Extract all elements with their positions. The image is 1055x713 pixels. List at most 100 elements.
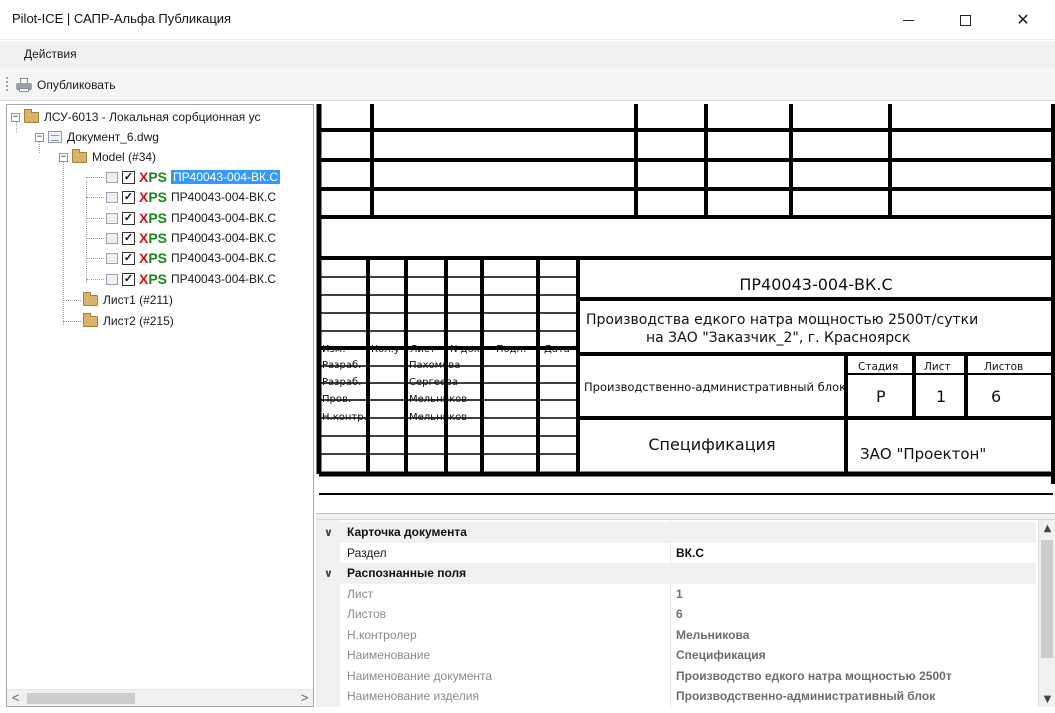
toolbar-grip[interactable] — [6, 77, 8, 91]
drawing-sheet-label: Лист — [924, 361, 951, 373]
drawing-sheet-value: 1 — [936, 387, 946, 406]
tree-item-label: ПР40043-004-ВК.С — [171, 190, 277, 204]
category-recognized-fields[interactable]: ∨ Распознанные поля — [316, 563, 1036, 584]
property-value[interactable]: 6 — [676, 607, 683, 621]
drawing-header-cell: N док. — [450, 344, 483, 355]
minimize-icon — [902, 19, 914, 21]
xps-icon-suffix: PS — [148, 230, 168, 246]
scroll-down-icon[interactable]: ▼ — [1039, 691, 1055, 707]
tree-connector — [86, 218, 104, 219]
tree-item-sheet1[interactable]: Лист1 (#211) — [83, 290, 173, 310]
chevron-down-icon[interactable]: ∨ — [324, 567, 333, 580]
property-row[interactable]: Наименование документа Производство едко… — [316, 666, 1036, 687]
drawing-role: Н.контр. — [322, 412, 367, 423]
category-label: Карточка документа — [347, 525, 467, 540]
scrollbar-thumb[interactable] — [27, 693, 135, 704]
collapse-icon[interactable]: − — [11, 112, 20, 122]
export-checkbox[interactable]: ✓ — [122, 272, 135, 286]
tree-item-model[interactable]: − Model (#34) — [59, 147, 156, 167]
drawing-company: ЗАО "Проектон" — [860, 445, 986, 463]
maximize-icon — [959, 14, 971, 26]
xps-icon-suffix: PS — [148, 210, 168, 226]
collapse-icon[interactable]: − — [35, 132, 44, 142]
printer-icon — [16, 77, 32, 92]
xps-icon-suffix: PS — [148, 271, 168, 287]
maximize-button[interactable] — [942, 0, 988, 40]
property-value[interactable]: Производственно-административный блок — [676, 689, 935, 703]
document-tree[interactable]: − ЛСУ-6013 - Локальная сорбционная ус − … — [6, 104, 314, 707]
property-row[interactable]: Раздел ВК.С — [316, 543, 1036, 564]
property-row[interactable]: Наименование Спецификация — [316, 645, 1036, 666]
tree-item-sheet[interactable]: ✓ X PS ПР40043-004-ВК.С — [106, 269, 276, 289]
property-vertical-scrollbar[interactable]: ▲ ▼ — [1038, 520, 1055, 707]
tree-item-sheet[interactable]: ✓ X PS ПР40043-004-ВК.С — [106, 187, 276, 207]
category-document-card[interactable]: ∨ Карточка документа — [316, 522, 1036, 543]
property-value[interactable]: ВК.С — [676, 546, 704, 560]
property-name: Раздел — [347, 545, 387, 560]
tree-item-sheet[interactable]: ✓ X PS ПР40043-004-ВК.С — [106, 208, 276, 228]
scroll-up-icon[interactable]: ▲ — [1039, 520, 1055, 537]
folder-icon — [72, 148, 87, 163]
close-button[interactable]: ✕ — [1000, 0, 1046, 40]
drawing-header-cell: Подп. — [496, 344, 526, 355]
tree-item-sheet[interactable]: ✓ X PS ПР40043-004-ВК.С — [106, 228, 276, 248]
xps-icon-suffix: PS — [148, 169, 168, 185]
tree-item-root[interactable]: − ЛСУ-6013 - Локальная сорбционная ус — [11, 107, 260, 127]
tree-connector — [63, 321, 81, 322]
property-row[interactable]: Лист 1 — [316, 584, 1036, 605]
collapse-icon[interactable]: − — [59, 152, 68, 162]
property-name: Лист — [347, 586, 374, 601]
tree-item-label: ПР40043-004-ВК.С — [171, 170, 281, 184]
property-name: Листов — [347, 607, 386, 622]
tree-connector — [86, 279, 104, 280]
tree-connector — [63, 300, 81, 301]
publish-label: Опубликовать — [37, 77, 116, 92]
property-grid[interactable]: ∨ Карточка документа Раздел ВК.С ∨ Распо… — [316, 519, 1055, 707]
publish-button[interactable]: Опубликовать — [16, 74, 115, 95]
xps-icon: X — [139, 230, 149, 246]
tree-item-label: ЛСУ-6013 - Локальная сорбционная ус — [44, 110, 261, 124]
export-checkbox[interactable]: ✓ — [122, 190, 135, 204]
drawing-project-line1: Производства едкого натра мощностью 2500… — [586, 312, 978, 328]
tree-item-sheet2[interactable]: Лист2 (#215) — [83, 311, 174, 331]
property-row[interactable]: Наименование изделия Производственно-адм… — [316, 686, 1036, 707]
tree-item-label: Лист1 (#211) — [103, 293, 173, 307]
chevron-down-icon[interactable]: ∨ — [324, 526, 333, 539]
tree-item-sheet[interactable]: ✓ X PS ПР40043-004-ВК.С — [106, 167, 281, 187]
property-row[interactable]: Н.контролер Мельникова — [316, 625, 1036, 646]
menu-actions[interactable]: Действия — [24, 47, 77, 61]
xps-icon: X — [139, 189, 149, 205]
tree-horizontal-scrollbar[interactable]: < > — [7, 689, 313, 706]
xps-icon: X — [139, 250, 149, 266]
drawing-role: Разраб. — [322, 360, 361, 371]
property-value[interactable]: Производство едкого натра мощностью 2500… — [676, 669, 952, 683]
property-value[interactable]: Спецификация — [676, 648, 766, 662]
tree-connector — [86, 238, 104, 239]
export-checkbox[interactable]: ✓ — [122, 251, 135, 265]
export-checkbox[interactable]: ✓ — [122, 211, 135, 225]
scrollbar-thumb[interactable] — [1041, 540, 1053, 658]
drawing-doc-title: Спецификация — [648, 435, 775, 454]
tree-item-label: Лист2 (#215) — [103, 314, 174, 328]
property-name: Н.контролер — [347, 627, 417, 642]
scroll-left-icon[interactable]: < — [7, 690, 24, 706]
drawing-preview[interactable]: ПР40043-004-ВК.С Производства едкого нат… — [316, 104, 1055, 513]
minimize-button[interactable] — [885, 0, 931, 40]
property-value[interactable]: 1 — [676, 587, 683, 601]
scroll-right-icon[interactable]: > — [296, 690, 313, 706]
tree-item-document[interactable]: − Документ_6.dwg — [35, 127, 159, 147]
tree-item-sheet[interactable]: ✓ X PS ПР40043-004-ВК.С — [106, 248, 276, 268]
drawing-code: ПР40043-004-ВК.С — [739, 275, 892, 294]
tree-connector — [86, 177, 104, 178]
tree-item-label: Model (#34) — [92, 150, 157, 164]
tree-connector — [86, 258, 104, 259]
property-row[interactable]: Листов 6 — [316, 604, 1036, 625]
property-name: Наименование — [347, 648, 431, 663]
window-title: Pilot-ICE | САПР-Альфа Публикация — [12, 11, 232, 26]
export-checkbox[interactable]: ✓ — [122, 231, 135, 245]
property-value[interactable]: Мельникова — [676, 628, 749, 642]
folder-icon — [83, 312, 98, 327]
drawing-person: Сергеева — [409, 377, 458, 388]
export-checkbox[interactable]: ✓ — [122, 170, 135, 184]
sheet-icon — [106, 212, 118, 224]
